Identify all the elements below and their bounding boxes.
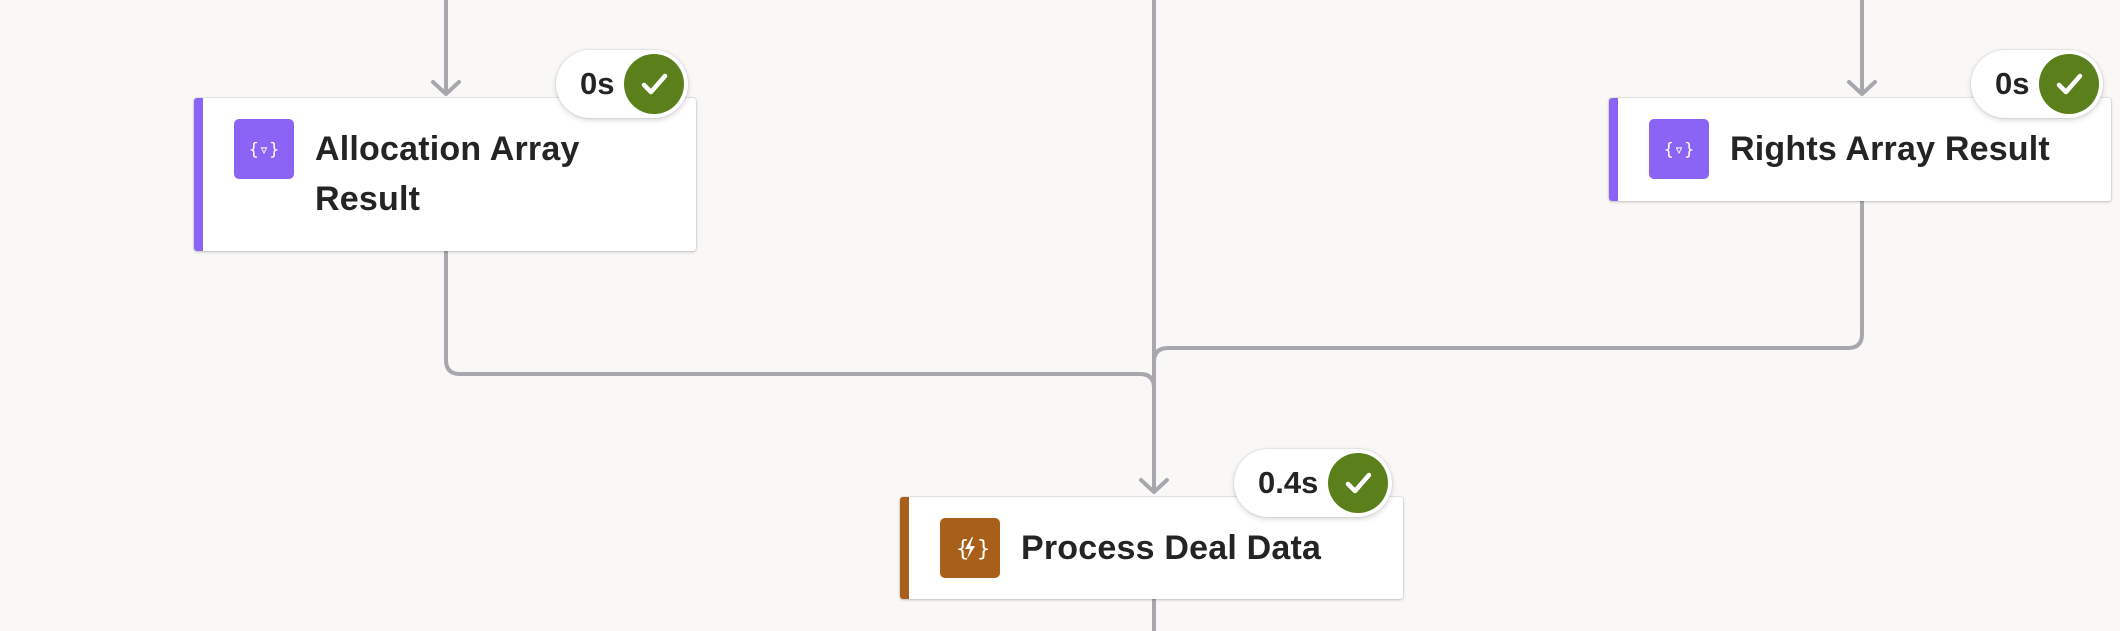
variable-braces-icon: {▿} <box>1649 119 1709 179</box>
duration-label: 0.4s <box>1258 465 1319 500</box>
card-accent-bar <box>1609 98 1618 201</box>
svg-text:{▿}: {▿} <box>249 140 280 160</box>
action-card-allocation-array-result[interactable]: {▿} Allocation Array Result <box>194 98 696 251</box>
compose-function-icon: { } <box>940 518 1000 578</box>
duration-label: 0s <box>1995 66 2030 101</box>
card-title: Process Deal Data <box>1021 529 1322 567</box>
run-status-badge-process[interactable]: 0.4s <box>1234 449 1393 517</box>
variable-braces-icon: {▿} <box>234 119 294 179</box>
run-status-badge-rights[interactable]: 0s <box>1971 50 2104 118</box>
success-check-icon <box>624 54 685 114</box>
svg-text:}: } <box>977 537 990 562</box>
duration-label: 0s <box>580 66 615 101</box>
svg-text:{▿}: {▿} <box>1664 140 1695 160</box>
success-check-icon <box>2039 54 2100 114</box>
card-accent-bar <box>194 98 203 251</box>
connector-allocation-to-process <box>444 250 1156 390</box>
card-accent-bar <box>900 497 909 599</box>
card-title: Rights Array Result <box>1730 130 2050 168</box>
run-status-badge-allocation[interactable]: 0s <box>556 50 689 118</box>
connector-rights-to-process <box>1152 200 1864 364</box>
success-check-icon <box>1328 453 1389 513</box>
flow-canvas[interactable]: {▿} Allocation Array Result 0s {▿} Right… <box>0 0 2120 631</box>
card-title: Allocation Array Result <box>315 130 580 218</box>
